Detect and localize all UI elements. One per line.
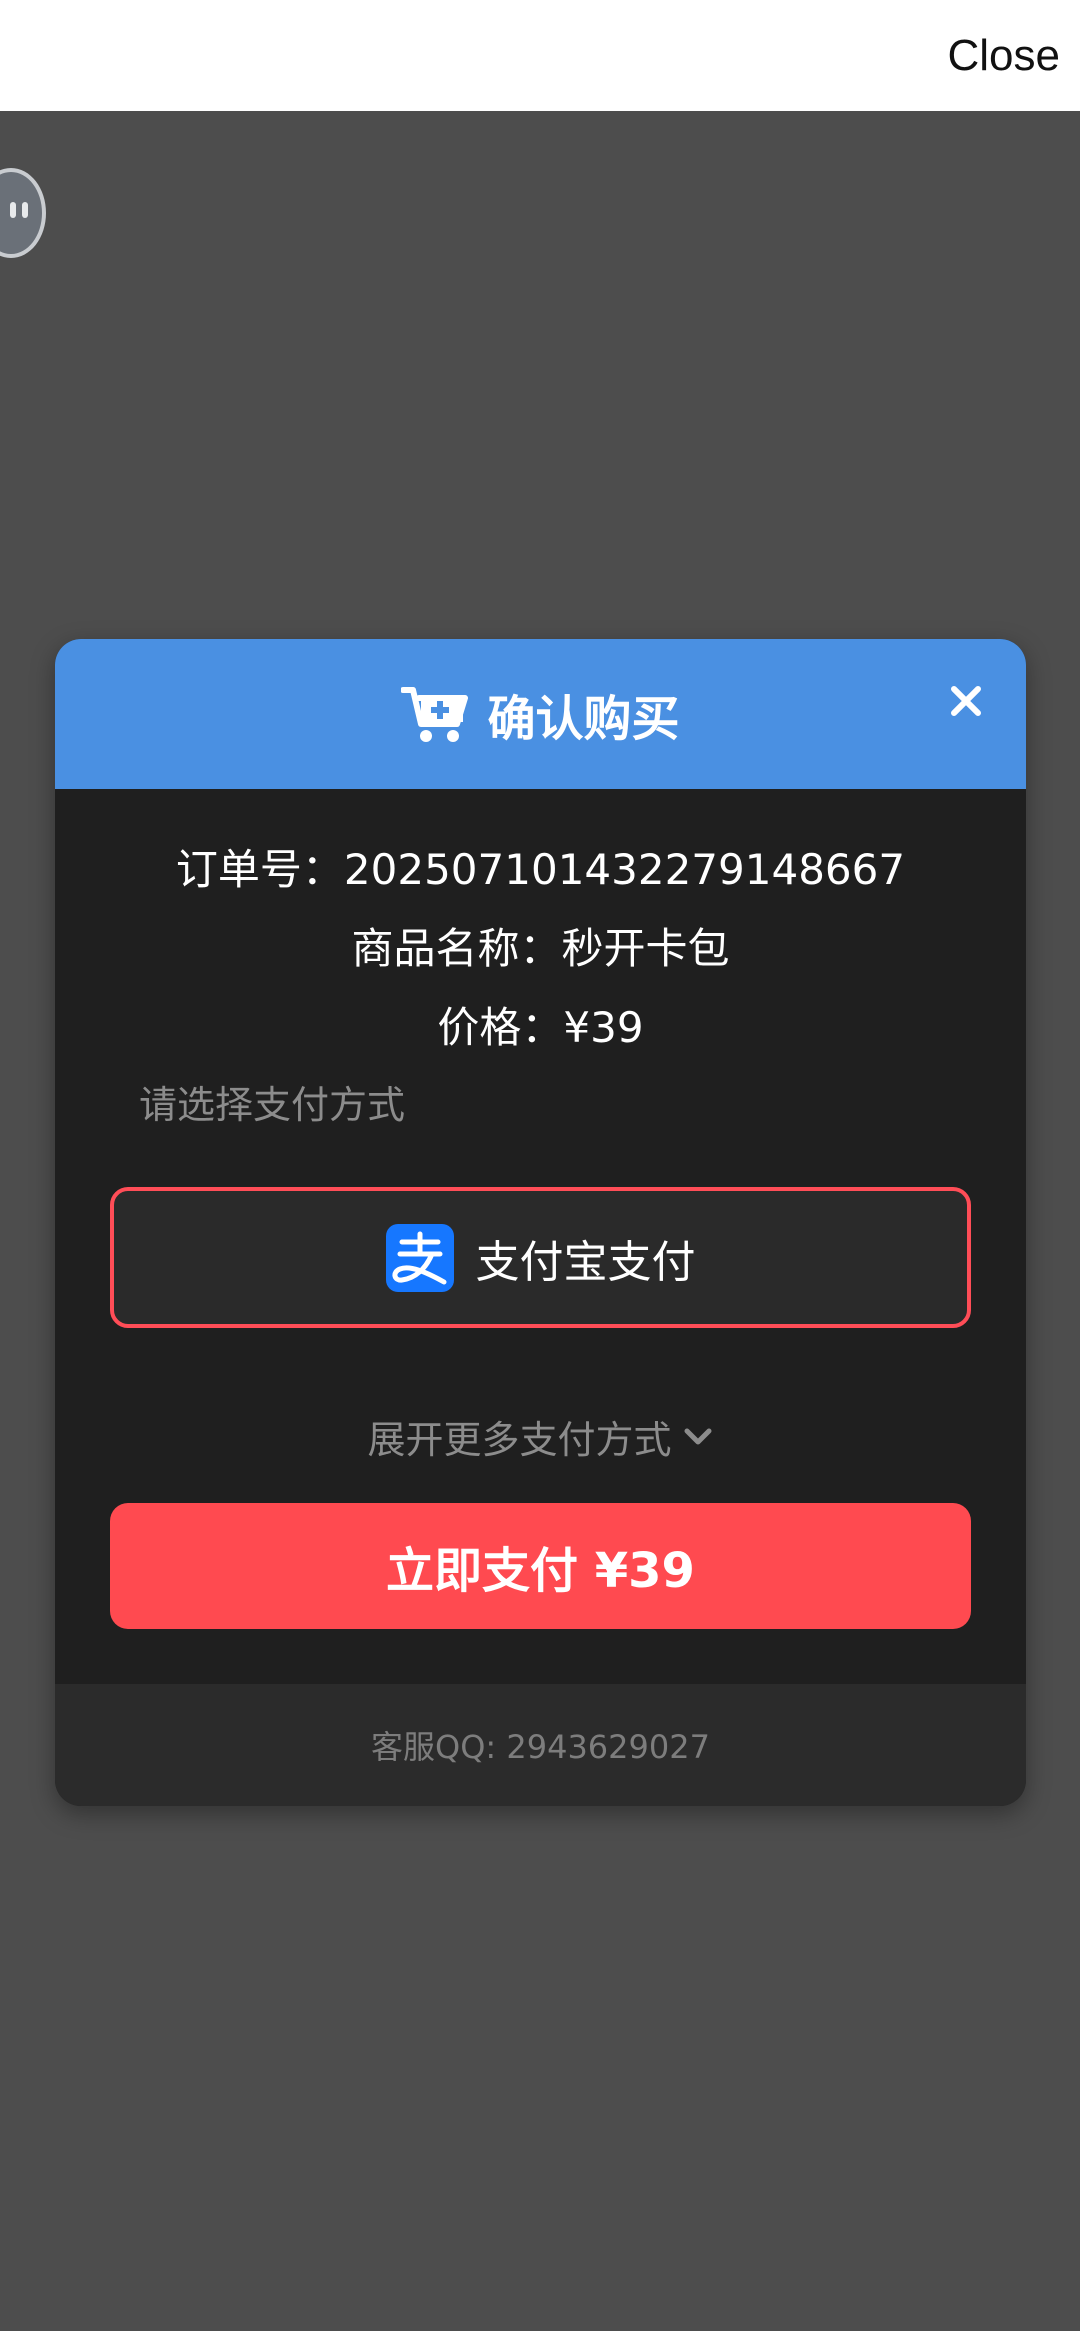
product-name-line: 商品名称：秒开卡包	[55, 919, 1026, 979]
cart-add-icon	[401, 687, 469, 742]
alipay-option[interactable]: 支付宝支付	[110, 1187, 971, 1328]
pay-now-label: 立即支付 ¥39	[386, 1543, 695, 1599]
top-bar: Close	[0, 0, 1080, 111]
floating-assistant-bubble[interactable]	[0, 168, 46, 258]
assistant-face-icon	[10, 202, 28, 218]
dialog-title: 确认购买	[487, 691, 680, 747]
order-number-label: 订单号：	[175, 845, 344, 894]
payment-method-hint: 请选择支付方式	[139, 1083, 406, 1127]
expand-more-payment-methods[interactable]: 展开更多支付方式	[55, 1409, 1026, 1464]
price-label: 价格：	[437, 1003, 564, 1052]
order-number-value: 202507101432279148667	[343, 845, 906, 894]
price-value: ¥39	[563, 1003, 644, 1052]
order-number-line: 订单号：202507101432279148667	[55, 840, 1026, 900]
purchase-dialog: 确认购买 订单号：202507101432279148667 商品名称：秒开卡包…	[55, 639, 1026, 1806]
dialog-header: 确认购买	[55, 639, 1026, 789]
close-link[interactable]: Close	[948, 28, 1061, 84]
alipay-icon	[385, 1223, 454, 1292]
price-line: 价格：¥39	[55, 998, 1026, 1058]
chevron-down-icon	[684, 1428, 711, 1444]
alipay-option-label: 支付宝支付	[475, 1236, 696, 1288]
pay-now-button[interactable]: 立即支付 ¥39	[110, 1503, 971, 1629]
product-name-value: 秒开卡包	[561, 924, 730, 973]
customer-service-qq: 客服QQ: 2943629027	[371, 1728, 710, 1766]
close-icon[interactable]	[946, 681, 986, 721]
product-name-label: 商品名称：	[351, 924, 562, 973]
more-methods-label: 展开更多支付方式	[367, 1418, 672, 1462]
dialog-footer: 客服QQ: 2943629027	[55, 1684, 1026, 1806]
